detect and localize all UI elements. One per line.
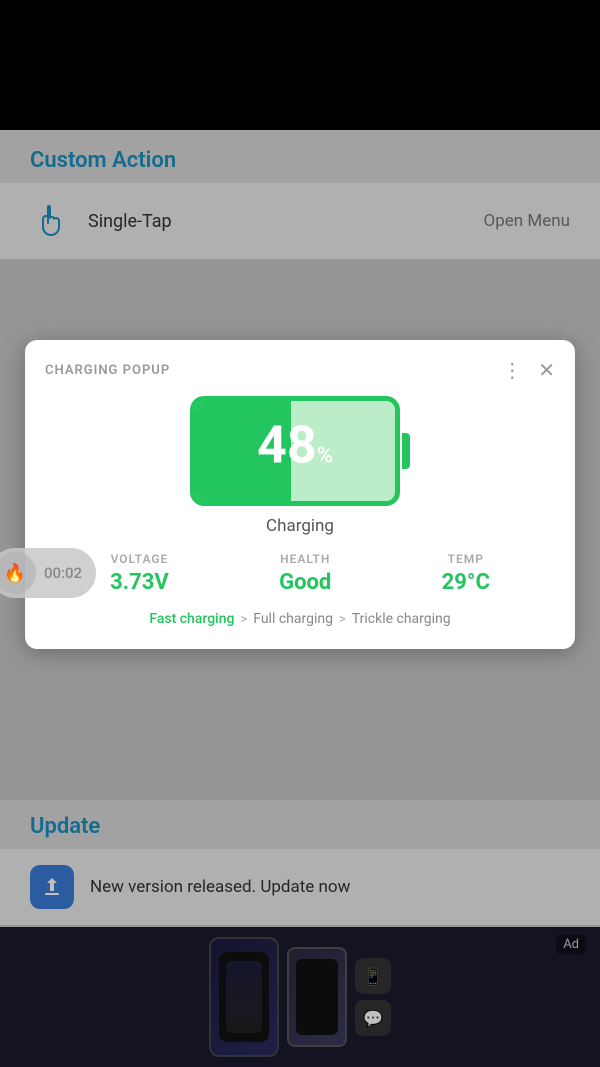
top-status-bar [0,0,600,130]
battery-display: 48 % Charging [45,396,555,536]
charging-popup: CHARGING POPUP ⋮ ✕ 48 % Charging VOLTAGE… [25,340,575,649]
charging-stages: Fast charging > Full charging > Trickle … [45,611,555,627]
battery-wrapper: 48 % [190,396,410,506]
temp-label: TEMP [448,552,484,566]
timer-text: 00:02 [44,564,82,582]
battery-number: 48 [257,420,317,472]
battery-body: 48 % [190,396,400,506]
timer-icon: 🔥 [0,552,36,594]
battery-percent-display: 48 % [257,420,333,483]
popup-more-icon[interactable]: ⋮ [502,358,522,382]
health-stat: HEALTH Good [279,552,331,595]
timer-widget[interactable]: 🔥 00:02 [0,548,96,598]
stats-row: VOLTAGE 3.73V HEALTH Good TEMP 29°C [45,552,555,595]
battery-status: Charging [266,516,334,536]
health-value: Good [279,570,331,595]
temp-stat: TEMP 29°C [442,552,490,595]
popup-title: CHARGING POPUP [45,363,170,378]
stage-trickle-charging: Trickle charging [352,611,451,627]
stage-fast-charging: Fast charging [149,611,234,627]
voltage-label: VOLTAGE [111,552,169,566]
temp-value: 29°C [442,570,490,595]
stage-arrow-2: > [339,612,346,627]
popup-header: CHARGING POPUP ⋮ ✕ [45,358,555,382]
health-label: HEALTH [280,552,330,566]
popup-close-icon[interactable]: ✕ [538,358,555,382]
battery-symbol: % [317,444,333,469]
battery-tip [402,433,410,469]
voltage-value: 3.73V [110,570,169,595]
voltage-stat: VOLTAGE 3.73V [110,552,169,595]
stage-full-charging: Full charging [253,611,333,627]
popup-actions: ⋮ ✕ [502,358,555,382]
stage-arrow-1: > [240,612,247,627]
